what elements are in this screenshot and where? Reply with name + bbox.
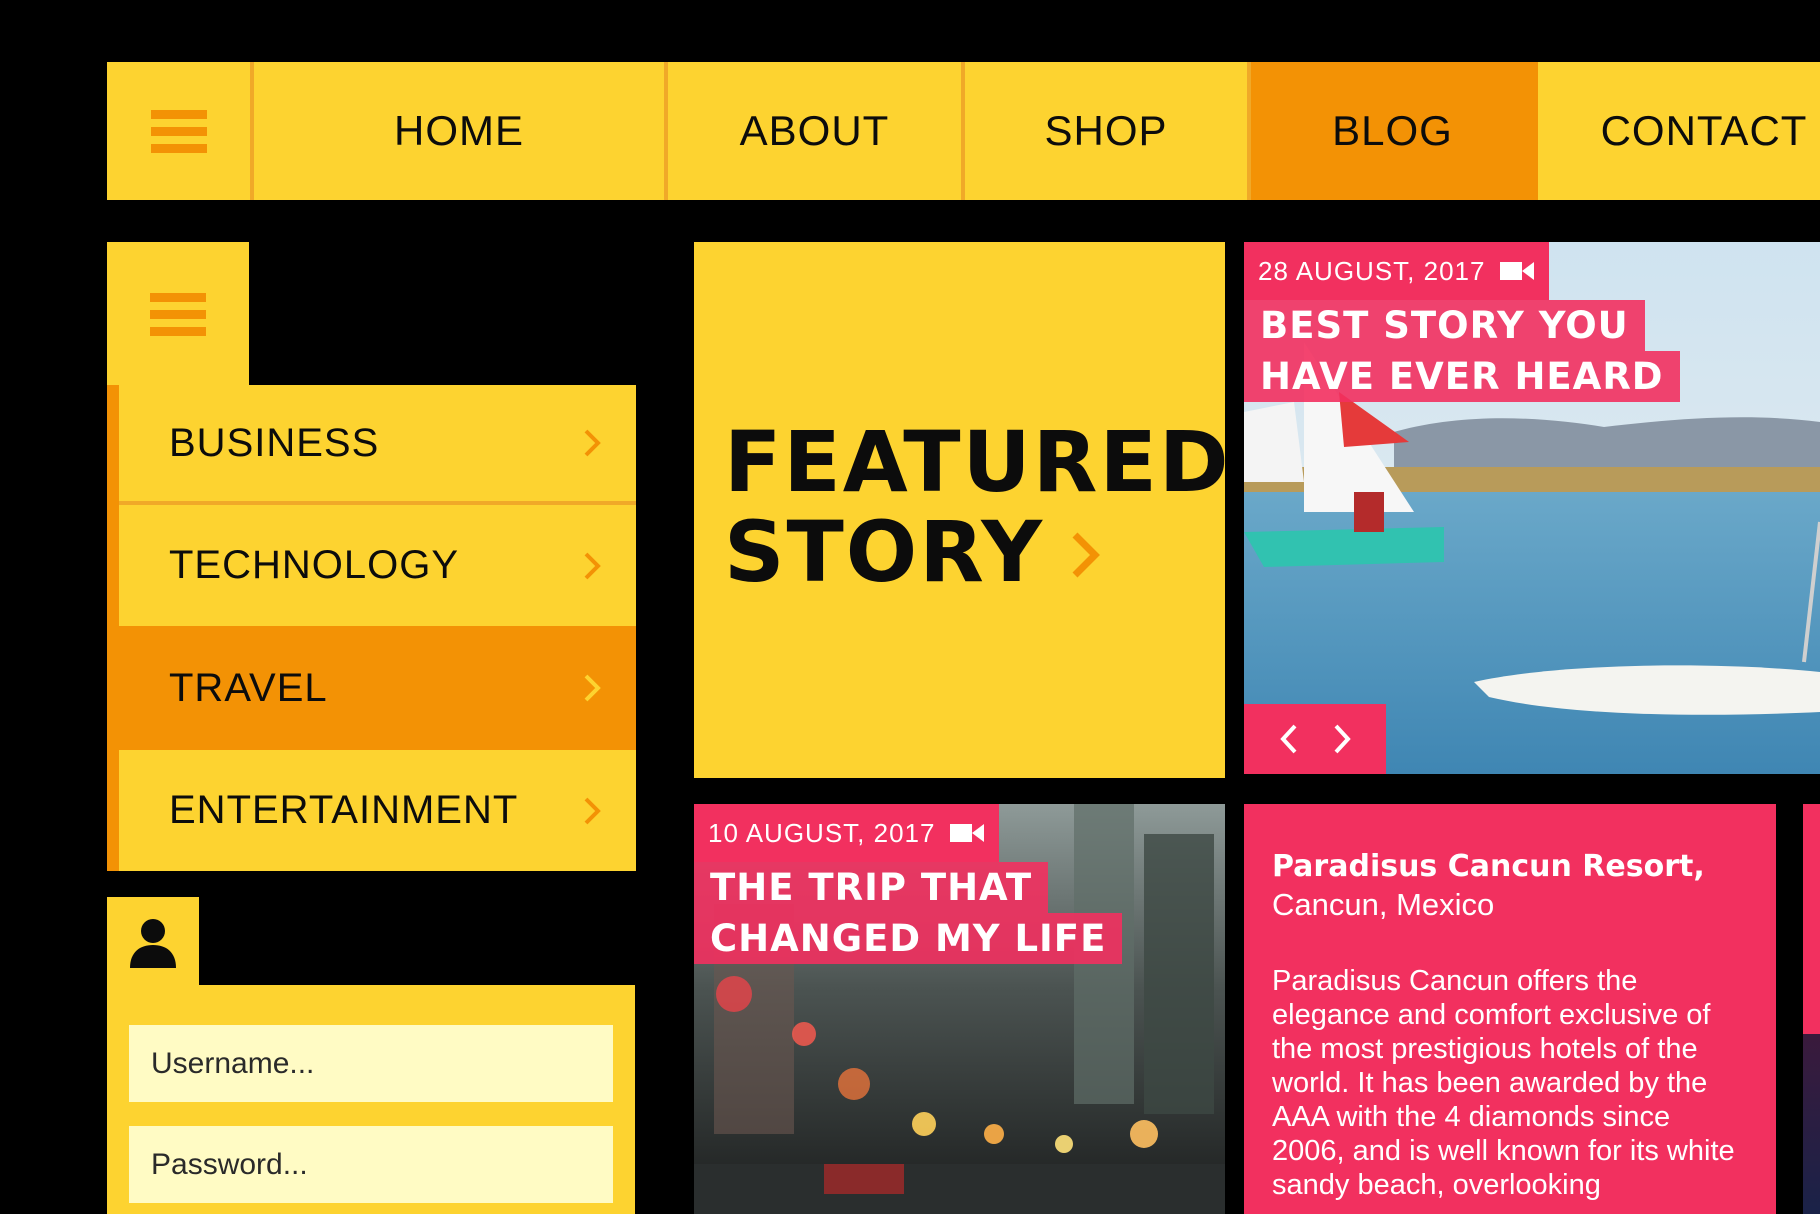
- password-field[interactable]: [129, 1126, 613, 1203]
- chevron-left-icon: [1279, 724, 1296, 754]
- partial-card: [1803, 804, 1820, 1034]
- category-label: BUSINESS: [169, 420, 380, 465]
- video-camera-icon: [1500, 262, 1535, 280]
- story-date: 10 AUGUST, 2017: [708, 817, 936, 848]
- nav-item-contact[interactable]: CONTACT: [1538, 62, 1820, 200]
- story-headline-line2: HAVE EVER HEARD: [1244, 351, 1680, 402]
- category-label: TECHNOLOGY: [169, 543, 460, 587]
- featured-title-line1: FEATURED: [724, 413, 1231, 511]
- category-menu-toggle[interactable]: [107, 242, 249, 387]
- chevron-right-icon: [584, 797, 601, 824]
- featured-story-tile[interactable]: FEATURED STORY: [694, 242, 1229, 778]
- nav-item-label: BLOG: [1332, 107, 1453, 154]
- nav-item-label: SHOP: [1044, 107, 1168, 154]
- chevron-right-icon: [584, 674, 601, 702]
- story-date: 28 AUGUST, 2017: [1258, 255, 1486, 286]
- nav-item-about[interactable]: ABOUT: [668, 62, 965, 200]
- chevron-right-icon: [584, 429, 601, 457]
- category-item-travel[interactable]: TRAVEL: [119, 626, 636, 750]
- chevron-right-icon: [1072, 532, 1101, 578]
- slider-prev-button[interactable]: [1271, 721, 1307, 757]
- user-icon: [130, 919, 176, 968]
- story-date-tag: 28 AUGUST, 2017: [1244, 242, 1550, 300]
- slider-controls: [1244, 704, 1386, 774]
- chevron-right-icon: [584, 552, 601, 579]
- nav-item-label: HOME: [394, 107, 524, 154]
- category-item-entertainment[interactable]: ENTERTAINMENT: [119, 750, 636, 871]
- featured-title: FEATURED STORY: [724, 417, 1231, 597]
- chevron-right-icon: [1334, 724, 1351, 754]
- nav-item-home[interactable]: HOME: [254, 62, 668, 200]
- login-form: [107, 985, 635, 1214]
- top-navigation: HOME ABOUT SHOP BLOG CONTACT S: [107, 62, 1820, 200]
- slider-next-button[interactable]: [1324, 721, 1360, 757]
- hamburger-icon: [150, 293, 206, 336]
- partial-photo: [1803, 1034, 1820, 1214]
- hotel-name: Paradisus Cancun Resort,: [1272, 849, 1705, 884]
- story-headline: BEST STORY YOU HAVE EVER HEARD: [1244, 300, 1680, 402]
- nav-item-label: ABOUT: [739, 107, 890, 154]
- story-headline: THE TRIP THAT CHANGED MY LIFE: [694, 862, 1123, 964]
- user-tab: [107, 897, 199, 989]
- username-field[interactable]: [129, 1025, 613, 1102]
- menu-toggle-button[interactable]: [107, 62, 254, 200]
- category-label: ENTERTAINMENT: [169, 788, 519, 832]
- category-item-business[interactable]: BUSINESS: [119, 385, 636, 505]
- featured-title-line2-wrap: STORY: [724, 507, 1231, 597]
- hotel-info-card: Paradisus Cancun Resort, Cancun, Mexico …: [1244, 804, 1776, 1214]
- hotel-location: Cancun, Mexico: [1272, 887, 1495, 922]
- nav-item-shop[interactable]: SHOP: [965, 62, 1251, 200]
- nav-item-blog[interactable]: BLOG: [1251, 62, 1538, 200]
- category-menu: BUSINESS TECHNOLOGY TRAVEL ENTERTAINMENT: [107, 385, 636, 871]
- story-headline-line2: CHANGED MY LIFE: [694, 913, 1123, 964]
- video-camera-icon: [950, 824, 985, 842]
- story-headline-line1: BEST STORY YOU: [1244, 300, 1645, 351]
- story-date-tag: 10 AUGUST, 2017: [694, 804, 1000, 862]
- nav-item-label: CONTACT: [1600, 107, 1808, 154]
- story-card-sailing[interactable]: 28 AUGUST, 2017 BEST STORY YOU HAVE EVER…: [1244, 242, 1820, 774]
- featured-title-line2: STORY: [724, 503, 1045, 601]
- hamburger-icon: [150, 109, 207, 153]
- story-headline-line1: THE TRIP THAT: [694, 862, 1049, 913]
- hotel-description: Paradisus Cancun offers the elegance and…: [1272, 965, 1735, 1201]
- category-label: TRAVEL: [169, 665, 328, 710]
- story-card-city[interactable]: 10 AUGUST, 2017 THE TRIP THAT CHANGED MY…: [694, 804, 1225, 1214]
- category-item-technology[interactable]: TECHNOLOGY: [119, 505, 636, 626]
